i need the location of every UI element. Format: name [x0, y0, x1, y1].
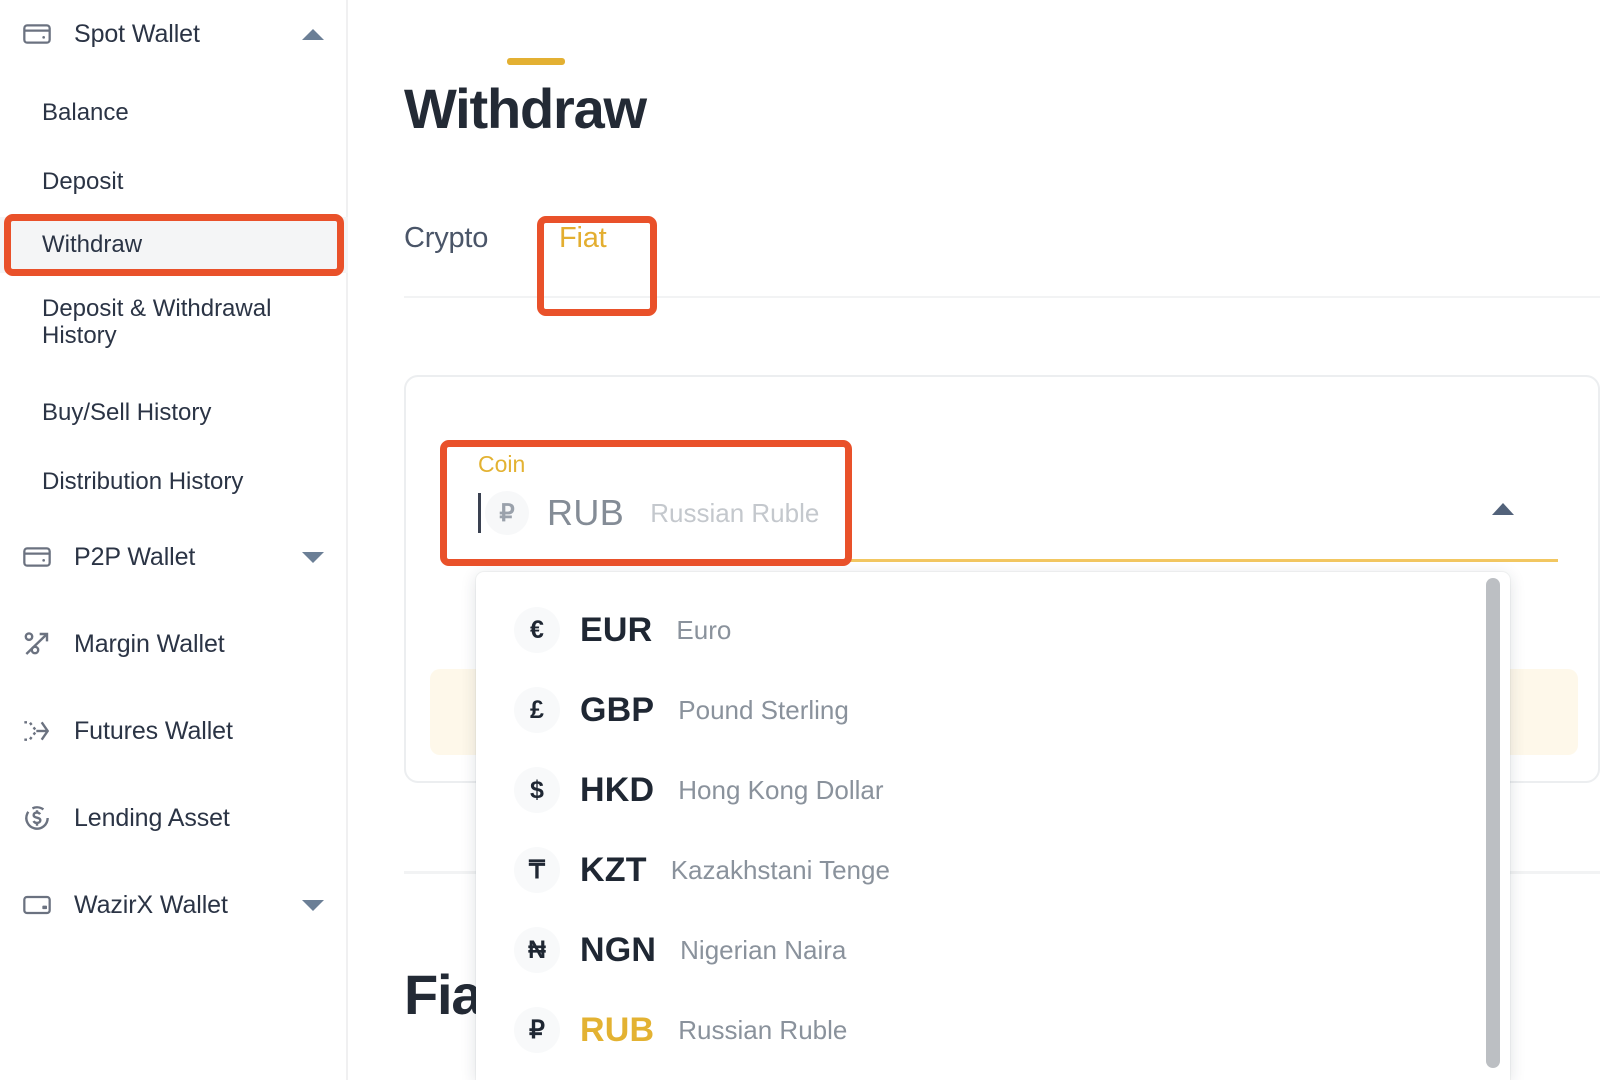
- dropdown-option-ngn[interactable]: ₦ NGN Nigerian Naira: [476, 910, 1510, 990]
- tab-bar: Crypto Fiat: [404, 222, 1584, 284]
- dropdown-option-code: RUB: [580, 1010, 655, 1049]
- sidebar-group-label: Spot Wallet: [74, 19, 200, 48]
- chevron-down-icon[interactable]: [302, 899, 324, 911]
- coin-field-label: Coin: [478, 451, 526, 477]
- dropdown-option-gbp[interactable]: £ GBP Pound Sterling: [476, 670, 1510, 750]
- sidebar-group-lending-asset[interactable]: Lending Asset: [0, 789, 348, 847]
- sidebar-group-wazirx-wallet[interactable]: WazirX Wallet: [0, 876, 348, 934]
- dropdown-option-name: Hong Kong Dollar: [678, 774, 884, 805]
- dropdown-option-code: EUR: [580, 610, 653, 649]
- dropdown-option-code: HKD: [580, 770, 655, 809]
- coin-field-underline: [478, 559, 1558, 562]
- sidebar-item-label: Distribution History: [42, 467, 244, 495]
- sidebar-item-balance[interactable]: Balance: [0, 86, 348, 140]
- dropdown-option-code: GBP: [580, 690, 655, 729]
- sidebar-item-distribution-history[interactable]: Distribution History: [0, 455, 348, 509]
- card-icon: [20, 888, 54, 922]
- dropdown-option-name: Kazakhstani Tenge: [670, 854, 890, 885]
- dropdown-option-hkd[interactable]: $ HKD Hong Kong Dollar: [476, 750, 1510, 830]
- dropdown-scrollbar[interactable]: [1486, 578, 1500, 1074]
- dropdown-option-eur[interactable]: € EUR Euro: [476, 590, 1510, 670]
- tab-crypto[interactable]: Crypto: [404, 222, 488, 255]
- sidebar-item-label: Balance: [42, 98, 129, 126]
- text-cursor: [478, 493, 481, 533]
- dropdown-option-code: KZT: [580, 850, 647, 889]
- sidebar-item-buy-sell-history[interactable]: Buy/Sell History: [0, 386, 348, 440]
- euro-symbol-icon: €: [514, 607, 560, 653]
- wallet-icon: [20, 540, 54, 574]
- sidebar-group-label: Lending Asset: [74, 803, 230, 832]
- chevron-down-icon[interactable]: [302, 551, 324, 563]
- dollar-symbol-icon: $: [514, 767, 560, 813]
- percent-arrow-icon: [20, 627, 54, 661]
- dropdown-option-rub[interactable]: ₽ RUB Russian Ruble: [476, 990, 1510, 1070]
- dropdown-option-code: NGN: [580, 930, 657, 969]
- coin-name: Russian Ruble: [650, 497, 820, 528]
- dollar-circle-icon: [20, 801, 54, 835]
- sidebar-group-label: WazirX Wallet: [74, 890, 228, 919]
- coin-field[interactable]: Coin ₽ RUB Russian Ruble: [446, 445, 1558, 562]
- dropdown-option-kzt[interactable]: ₸ KZT Kazakhstani Tenge: [476, 830, 1510, 910]
- wallet-icon: [20, 17, 54, 51]
- withdraw-page: Spot Wallet Balance Deposit Withdraw Dep…: [0, 0, 1600, 1080]
- sidebar-group-margin-wallet[interactable]: Margin Wallet: [0, 615, 348, 673]
- sidebar-group-spot-wallet[interactable]: Spot Wallet: [0, 5, 348, 63]
- sidebar-group-p2p-wallet[interactable]: P2P Wallet: [0, 528, 348, 586]
- dropdown-option-name: Pound Sterling: [678, 694, 849, 725]
- ruble-symbol-icon: ₽: [485, 491, 529, 535]
- dropdown-scrollbar-thumb[interactable]: [1486, 578, 1500, 1068]
- sidebar-item-deposit-withdrawal-history[interactable]: Deposit & Withdrawal History: [0, 292, 348, 364]
- sidebar-group-label: Margin Wallet: [74, 629, 225, 658]
- sidebar-item-deposit[interactable]: Deposit: [0, 155, 348, 209]
- chevron-up-icon[interactable]: [302, 28, 324, 40]
- pound-symbol-icon: £: [514, 687, 560, 733]
- sidebar-item-label: Buy/Sell History: [42, 398, 212, 426]
- sidebar-group-label: Futures Wallet: [74, 716, 233, 745]
- tabs-divider: [404, 296, 1600, 298]
- sidebar-group-label: P2P Wallet: [74, 542, 196, 571]
- coin-dropdown-list[interactable]: € EUR Euro £ GBP Pound Sterling $ HKD Ho…: [476, 572, 1510, 1080]
- sidebar-group-futures-wallet[interactable]: Futures Wallet: [0, 702, 348, 760]
- chevron-up-icon[interactable]: [1492, 503, 1514, 515]
- sidebar: Spot Wallet Balance Deposit Withdraw Dep…: [0, 0, 348, 1080]
- sidebar-item-label: Deposit: [42, 167, 124, 195]
- sidebar-item-withdraw[interactable]: Withdraw: [0, 217, 348, 273]
- sidebar-item-label: Deposit & Withdrawal History: [42, 295, 272, 349]
- dropdown-option-name: Russian Ruble: [678, 1014, 848, 1045]
- coin-field-value[interactable]: ₽ RUB Russian Ruble: [478, 491, 819, 535]
- dropdown-option-name: Nigerian Naira: [680, 934, 847, 965]
- sidebar-item-label: Withdraw: [42, 230, 143, 258]
- tab-fiat[interactable]: Fiat: [559, 222, 607, 255]
- active-tab-underline: [507, 58, 565, 65]
- coin-code: RUB: [547, 492, 625, 533]
- tenge-symbol-icon: ₸: [514, 847, 560, 893]
- naira-symbol-icon: ₦: [514, 927, 560, 973]
- futures-branch-icon: [20, 714, 54, 748]
- dropdown-option-name: Euro: [676, 614, 732, 645]
- page-title: Withdraw: [404, 77, 647, 140]
- ruble-symbol-icon: ₽: [514, 1007, 560, 1053]
